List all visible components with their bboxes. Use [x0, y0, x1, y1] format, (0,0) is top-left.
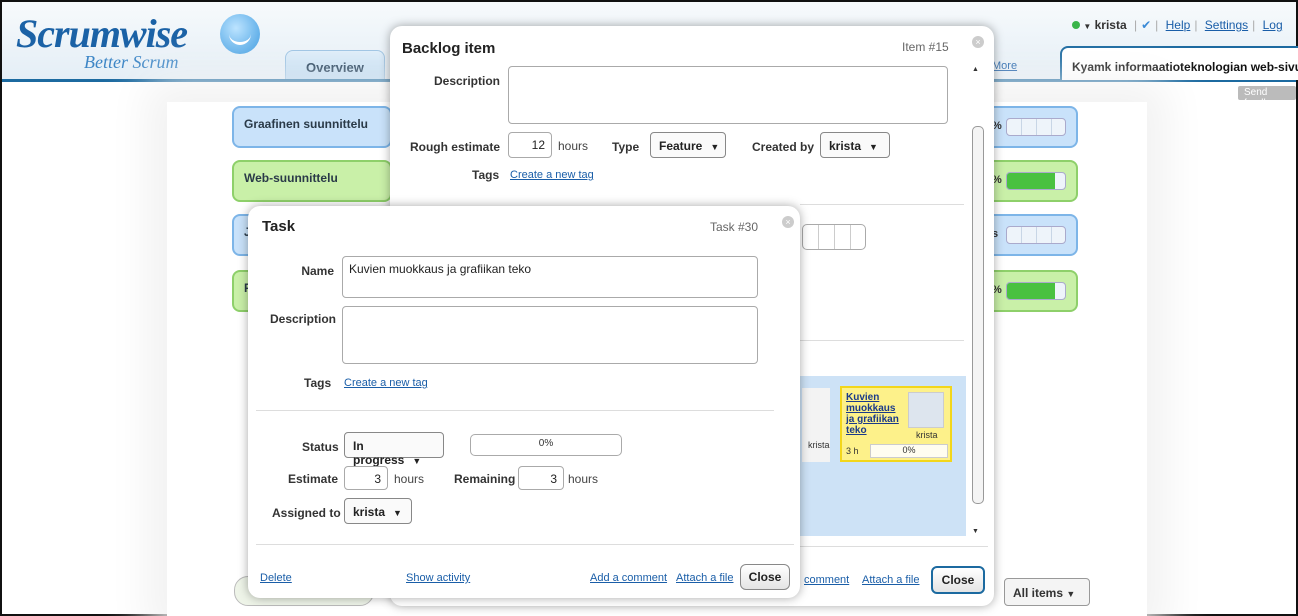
attach-file-link[interactable]: Attach a file — [862, 574, 919, 586]
item-number: Item #15 — [902, 40, 949, 54]
status-dropdown[interactable]: In progress ▼ — [344, 432, 444, 467]
created-by-label: Created by — [752, 140, 815, 154]
tab-overview[interactable]: Overview — [285, 50, 385, 79]
name-label: Name — [301, 264, 334, 278]
scroll-down-icon[interactable]: ▼ — [972, 528, 979, 535]
create-tag-link[interactable]: Create a new tag — [344, 377, 428, 389]
divider — [256, 410, 774, 411]
all-items-dropdown[interactable]: All items ▼ — [1004, 578, 1090, 606]
epic-progress-3: s — [992, 214, 1078, 256]
description-label: Description — [433, 74, 500, 88]
add-comment-link[interactable]: comment — [804, 574, 849, 586]
logo: Scrumwise — [16, 11, 188, 56]
tags-label: Tags — [304, 376, 332, 390]
assigned-to-label: Assigned to — [272, 506, 341, 520]
hours-unit: hours — [568, 472, 599, 486]
tab-more[interactable]: More — [992, 60, 1017, 89]
status-label: Status — [302, 440, 339, 454]
task-card-title[interactable]: Kuvien muokkaus ja grafiikan teko — [846, 392, 906, 436]
task-progress-bar: 0% — [470, 434, 622, 456]
close-button[interactable]: Close — [740, 564, 790, 590]
project-selector[interactable]: Kyamk informaatioteknologian web-sivut — [1060, 46, 1298, 80]
type-value: Feature — [659, 139, 703, 153]
all-items-label: All items — [1013, 586, 1064, 600]
create-tag-link[interactable]: Create a new tag — [510, 169, 594, 181]
online-status-icon — [1072, 21, 1080, 29]
description-label: Description — [269, 312, 336, 326]
logout-link[interactable]: Log — [1263, 18, 1283, 32]
checkmark-icon: ✔ — [1141, 18, 1152, 32]
smiley-logo-icon — [220, 14, 260, 54]
divider — [800, 340, 964, 341]
dialog-title: Task — [262, 218, 296, 235]
chevron-down-icon: ▼ — [710, 142, 720, 152]
task-card[interactable]: Kuvien muokkaus ja grafiikan teko krista… — [840, 386, 952, 462]
settings-link[interactable]: Settings — [1205, 18, 1248, 32]
progress-bar — [1006, 172, 1066, 190]
task-dialog: Task Task #30 × Name Kuvien muokkaus ja … — [248, 206, 800, 598]
progress-bar — [1006, 118, 1066, 136]
chevron-down-icon: ▼ — [393, 508, 402, 518]
send-feedback-button[interactable]: Send feedb — [1238, 86, 1296, 109]
progress-bar — [802, 224, 866, 250]
progress-bar — [1006, 226, 1066, 244]
show-activity-link[interactable]: Show activity — [406, 572, 470, 584]
description-field[interactable] — [342, 306, 758, 364]
type-label: Type — [612, 140, 640, 154]
epic-web[interactable]: Web-suunnittelu — [232, 160, 392, 202]
close-icon[interactable]: × — [782, 216, 794, 228]
remaining-label: Remaining — [454, 472, 516, 486]
epic-progress-1: % — [992, 106, 1078, 148]
epic-graafinen[interactable]: Graafinen suunnittelu — [232, 106, 392, 148]
hours-unit: hours — [394, 472, 425, 486]
task-card-estimate: 3 h — [846, 446, 859, 456]
assigned-to-dropdown[interactable]: krista ▼ — [344, 498, 412, 524]
tagline: Better Scrum — [84, 52, 179, 72]
chevron-down-icon: ▼ — [869, 142, 878, 152]
description-field[interactable] — [508, 66, 948, 124]
chevron-down-icon: ▼ — [1066, 589, 1076, 599]
chevron-down-icon: ▼ — [412, 456, 422, 466]
help-link[interactable]: Help — [1166, 18, 1191, 32]
estimate-label: Estimate — [288, 472, 339, 486]
created-by-dropdown[interactable]: krista ▼ — [820, 132, 890, 158]
card-user: krista — [808, 440, 830, 450]
tags-label: Tags — [472, 168, 500, 182]
assigned-value: krista — [353, 505, 386, 519]
type-dropdown[interactable]: Feature ▼ — [650, 132, 726, 158]
epic-progress-4: % — [992, 270, 1078, 312]
hours-unit: hours — [558, 139, 589, 153]
remaining-input[interactable]: 3 — [518, 466, 564, 490]
delete-link[interactable]: Delete — [260, 572, 292, 584]
rough-estimate-input[interactable]: 12 — [508, 132, 552, 158]
divider — [800, 204, 964, 205]
username[interactable]: krista — [1095, 18, 1127, 32]
name-field[interactable]: Kuvien muokkaus ja grafiikan teko — [342, 256, 758, 298]
epic-progress-2: % — [992, 160, 1078, 202]
estimate-input[interactable]: 3 — [344, 466, 388, 490]
task-card-user: krista — [916, 430, 938, 440]
task-card-progress: 0% — [870, 444, 948, 458]
task-number: Task #30 — [710, 220, 759, 234]
divider — [256, 544, 794, 545]
task-card-partial[interactable]: krista — [802, 388, 830, 462]
chevron-down-icon[interactable]: ▼ — [1083, 22, 1091, 31]
close-icon[interactable]: × — [972, 36, 984, 48]
add-comment-link[interactable]: Add a comment — [590, 572, 667, 584]
dialog-title: Backlog item — [402, 40, 496, 57]
scrollbar-thumb[interactable] — [972, 126, 984, 504]
close-button[interactable]: Close — [931, 566, 985, 594]
user-bar: ▼ krista | ✔ | Help | Settings | Log — [1072, 18, 1283, 32]
avatar — [908, 392, 944, 428]
created-by-value: krista — [829, 139, 862, 153]
status-value: In progress — [353, 439, 405, 467]
progress-bar — [1006, 282, 1066, 300]
scroll-up-icon[interactable]: ▲ — [972, 66, 979, 73]
rough-estimate-label: Rough estimate — [409, 140, 500, 154]
attach-file-link[interactable]: Attach a file — [676, 572, 733, 584]
